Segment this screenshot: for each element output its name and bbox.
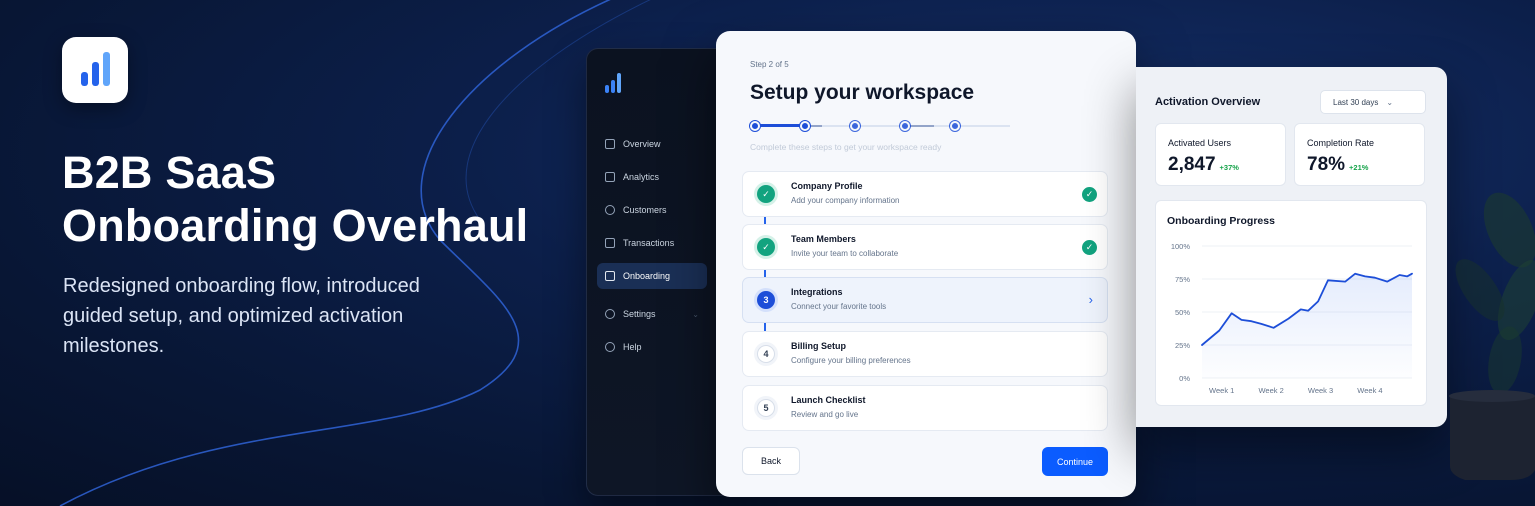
series-area	[1202, 273, 1412, 378]
sidebar-logo-icon	[605, 73, 621, 93]
stat-label: Activated Users	[1168, 138, 1232, 148]
stat-value-row: 2,847 +37%	[1168, 154, 1239, 176]
check-icon: ✓	[757, 185, 775, 203]
step-counter: Step 2 of 5	[750, 60, 789, 69]
x-tick-label: Week 1	[1209, 386, 1234, 395]
step-description: Configure your billing preferences	[791, 356, 911, 365]
sidebar-item-customers[interactable]: Customers	[597, 197, 707, 223]
hero-title-line-1: B2B SaaS	[62, 147, 277, 198]
y-tick-label: 25%	[1175, 341, 1190, 350]
sidebar: Overview Analytics Customers Transaction…	[586, 48, 736, 496]
sidebar-item-label: Customers	[623, 205, 667, 215]
settings-icon	[605, 309, 615, 319]
chevron-down-icon: ⌄	[692, 309, 699, 319]
stat-label: Completion Rate	[1307, 138, 1375, 148]
stat-delta: +37%	[1219, 163, 1239, 172]
y-tick-label: 50%	[1175, 308, 1190, 317]
sidebar-item-label: Settings	[623, 309, 656, 319]
back-button[interactable]: Back	[742, 447, 800, 475]
step-name: Team Members	[791, 234, 856, 244]
chevron-down-icon: ⌄	[1386, 97, 1394, 107]
stat-activated-users: Activated Users 2,847 +37%	[1155, 123, 1286, 186]
step-integrations[interactable]: 3 Integrations Connect your favorite too…	[742, 277, 1108, 323]
analytics-icon	[605, 172, 615, 182]
stat-completion-rate: Completion Rate 78% +21%	[1294, 123, 1425, 186]
step-description: Add your company information	[791, 196, 900, 205]
sidebar-item-label: Help	[623, 342, 642, 352]
step-billing-setup[interactable]: 4 Billing Setup Configure your billing p…	[742, 331, 1108, 377]
y-tick-label: 0%	[1179, 374, 1190, 383]
sidebar-item-transactions[interactable]: Transactions	[597, 230, 707, 256]
x-tick-label: Week 4	[1357, 386, 1382, 395]
onboarding-progress-chart: Onboarding Progress 0% 25% 50% 75% 100% Week …	[1155, 200, 1427, 406]
progress-dot	[900, 121, 910, 131]
transactions-icon	[605, 238, 615, 248]
hero-title: B2B SaaS Onboarding Overhaul	[62, 146, 532, 252]
step-description: Invite your team to collaborate	[791, 249, 899, 258]
customers-icon	[605, 205, 615, 215]
help-icon	[605, 342, 615, 352]
step-name: Integrations	[791, 287, 843, 297]
sidebar-item-help[interactable]: Help	[597, 334, 707, 360]
sidebar-item-overview[interactable]: Overview	[597, 131, 707, 157]
y-tick-label: 75%	[1175, 275, 1190, 284]
sidebar-item-onboarding[interactable]: Onboarding	[597, 263, 707, 289]
date-range-select[interactable]: Last 30 days ⌄	[1320, 90, 1426, 114]
x-tick-label: Week 2	[1258, 386, 1283, 395]
stat-delta: +21%	[1349, 163, 1369, 172]
progress-dot	[850, 121, 860, 131]
sidebar-item-settings[interactable]: Settings ⌄	[597, 301, 707, 327]
sidebar-item-label: Transactions	[623, 238, 675, 248]
hero-title-line-2: Onboarding Overhaul	[62, 200, 529, 251]
brand-logo	[62, 37, 128, 103]
date-range-value: Last 30 days	[1333, 97, 1379, 107]
step-number: 5	[757, 399, 775, 417]
panel-title: Activation Overview	[1155, 96, 1261, 108]
check-icon: ✓	[757, 238, 775, 256]
x-tick-label: Week 3	[1308, 386, 1333, 395]
step-team-members[interactable]: ✓ Team Members Invite your team to colla…	[742, 224, 1108, 270]
wizard-hint: Complete these steps to get your workspa…	[750, 142, 942, 152]
step-description: Review and go live	[791, 410, 859, 419]
progress-dot	[950, 121, 960, 131]
progress-stepper	[750, 119, 1010, 133]
stat-value-row: 78% +21%	[1307, 154, 1368, 176]
activation-overview-panel: Activation Overview Last 30 days ⌄ Activ…	[1136, 67, 1447, 427]
onboarding-icon	[605, 271, 615, 281]
step-name: Launch Checklist	[791, 395, 866, 405]
step-company-profile[interactable]: ✓ Company Profile Add your company infor…	[742, 171, 1108, 217]
overview-icon	[605, 139, 615, 149]
stat-value: 2,847	[1168, 154, 1216, 175]
plant-decoration	[1449, 192, 1535, 480]
stat-value: 78%	[1307, 154, 1346, 175]
step-launch-checklist[interactable]: 5 Launch Checklist Review and go live	[742, 385, 1108, 431]
sidebar-item-label: Analytics	[623, 172, 660, 182]
check-circle-icon: ✓	[1082, 240, 1097, 255]
chart-plot: 0% 25% 50% 75% 100% Week 1 Week 2 Week 3 Week 4	[1171, 242, 1413, 395]
y-tick-label: 100%	[1171, 242, 1191, 251]
step-description: Connect your favorite tools	[791, 302, 887, 311]
progress-dot	[800, 121, 810, 131]
hero-subtitle: Redesigned onboarding flow, introduced g…	[63, 275, 420, 357]
wizard-title: Setup your workspace	[750, 81, 975, 104]
sidebar-item-label: Overview	[623, 139, 661, 149]
sidebar-item-analytics[interactable]: Analytics	[597, 164, 707, 190]
onboarding-wizard: Step 2 of 5 Setup your workspace Complet…	[716, 31, 1136, 497]
check-circle-icon: ✓	[1082, 187, 1097, 202]
progress-dot	[750, 121, 760, 131]
step-number: 3	[757, 291, 775, 309]
step-number: 4	[757, 345, 775, 363]
sidebar-item-label: Onboarding	[623, 271, 671, 281]
continue-button[interactable]: Continue	[1042, 447, 1108, 476]
step-name: Billing Setup	[791, 341, 846, 351]
chevron-right-icon: ›	[1088, 292, 1093, 307]
step-name: Company Profile	[791, 181, 863, 191]
